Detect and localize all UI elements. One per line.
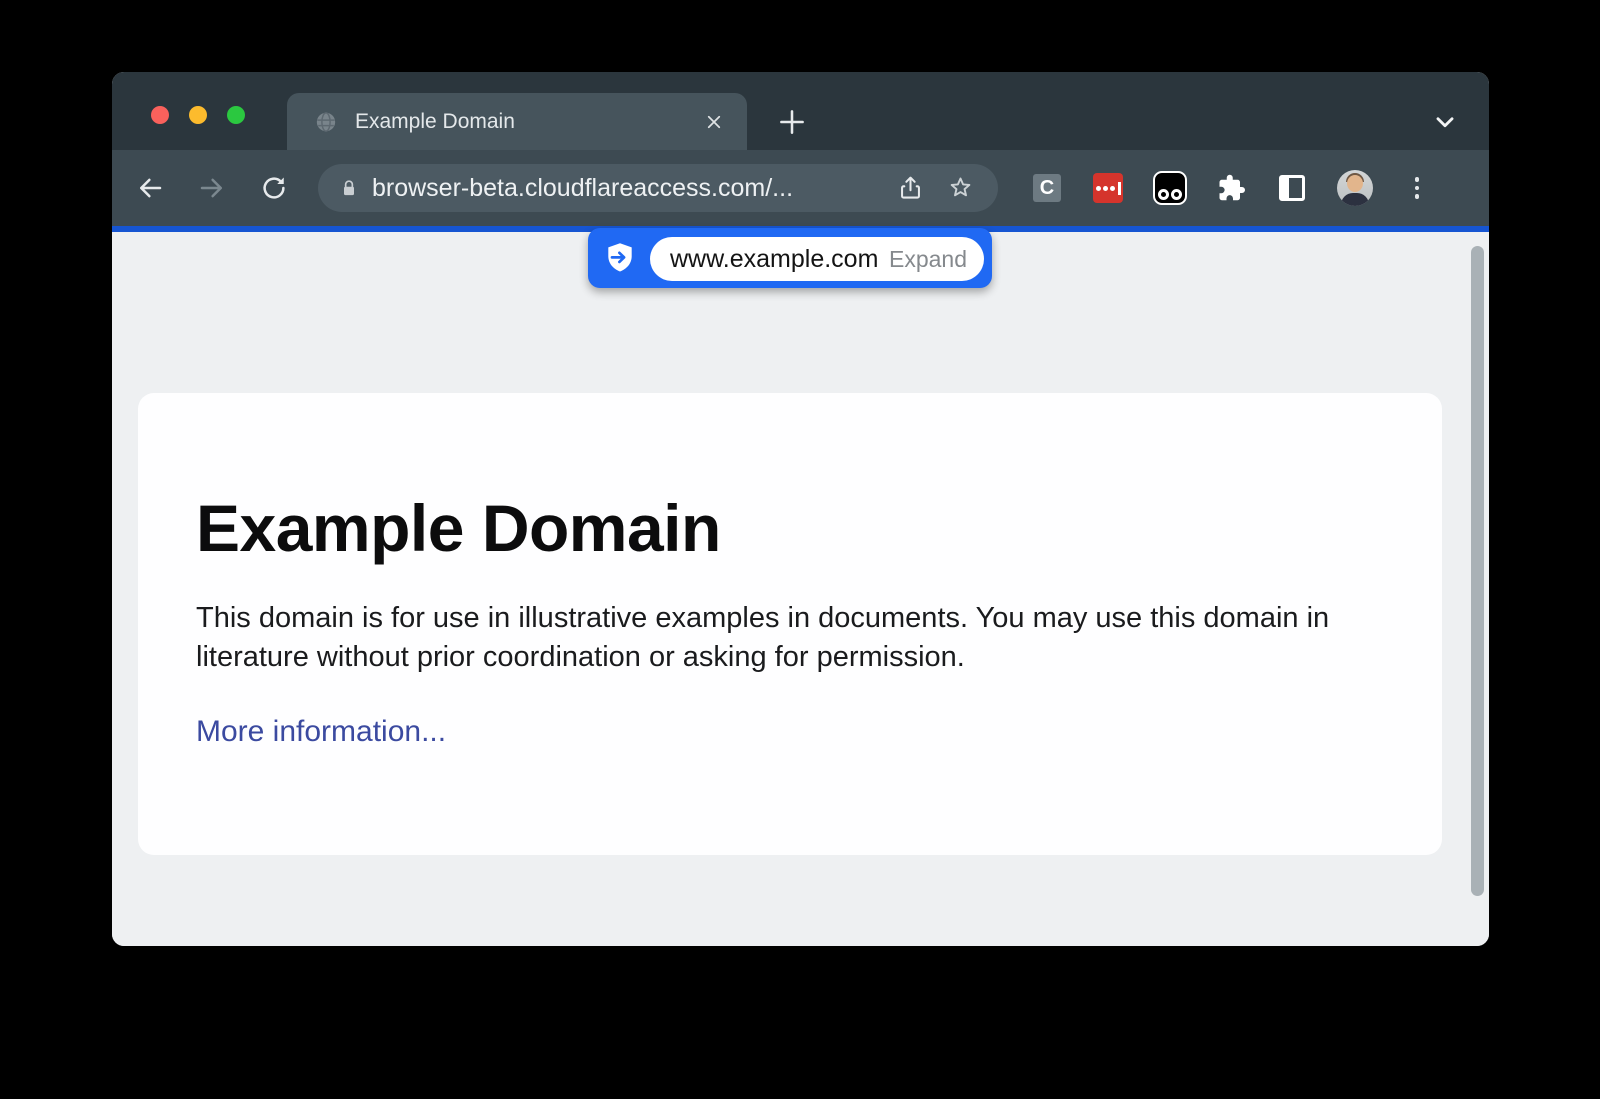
globe-favicon-icon [315, 111, 337, 133]
share-icon[interactable] [897, 175, 924, 202]
isolated-hostname: www.example.com [670, 245, 878, 274]
expand-button[interactable]: Expand [889, 246, 967, 273]
extension-red-dots-icon[interactable] [1093, 173, 1123, 203]
tab-strip: Example Domain [112, 72, 1489, 150]
extensions-puzzle-icon[interactable] [1216, 173, 1246, 203]
forward-button[interactable] [197, 173, 227, 203]
tab-close-icon[interactable] [705, 113, 723, 131]
extension-c-icon[interactable]: C [1033, 174, 1061, 202]
page-title: Example Domain [196, 491, 1442, 567]
back-button[interactable] [135, 173, 165, 203]
address-bar[interactable]: browser-beta.cloudflareaccess.com/... [318, 164, 998, 212]
minimize-window-button[interactable] [189, 106, 207, 124]
page-paragraph: This domain is for use in illustrative e… [196, 599, 1356, 677]
page-content: www.example.com Expand Example Domain Th… [112, 232, 1489, 946]
more-information-link[interactable]: More information... [196, 715, 446, 749]
new-tab-button[interactable] [775, 105, 809, 139]
side-panel-icon[interactable] [1279, 175, 1305, 201]
shield-arrow-icon [605, 242, 635, 274]
isolation-host-pill: www.example.com Expand [588, 228, 992, 288]
profile-avatar[interactable] [1337, 170, 1373, 206]
example-domain-card: Example Domain This domain is for use in… [138, 393, 1442, 855]
scrollbar-thumb[interactable] [1471, 246, 1484, 896]
reload-button[interactable] [259, 173, 289, 203]
browser-menu-icon[interactable] [1411, 173, 1423, 203]
bookmark-star-icon[interactable] [947, 175, 974, 202]
extension-black-circles-icon[interactable] [1153, 171, 1187, 205]
host-pill: www.example.com Expand [650, 237, 984, 281]
toolbar: browser-beta.cloudflareaccess.com/... C [112, 150, 1489, 226]
tab-example-domain[interactable]: Example Domain [287, 93, 747, 150]
extension-c-label: C [1040, 177, 1054, 200]
chevron-down-icon[interactable] [1432, 109, 1458, 135]
tab-title: Example Domain [355, 110, 515, 134]
zoom-window-button[interactable] [227, 106, 245, 124]
close-window-button[interactable] [151, 106, 169, 124]
url-text: browser-beta.cloudflareaccess.com/... [372, 174, 793, 203]
lock-icon[interactable] [339, 177, 359, 199]
browser-window: Example Domain [112, 72, 1489, 946]
